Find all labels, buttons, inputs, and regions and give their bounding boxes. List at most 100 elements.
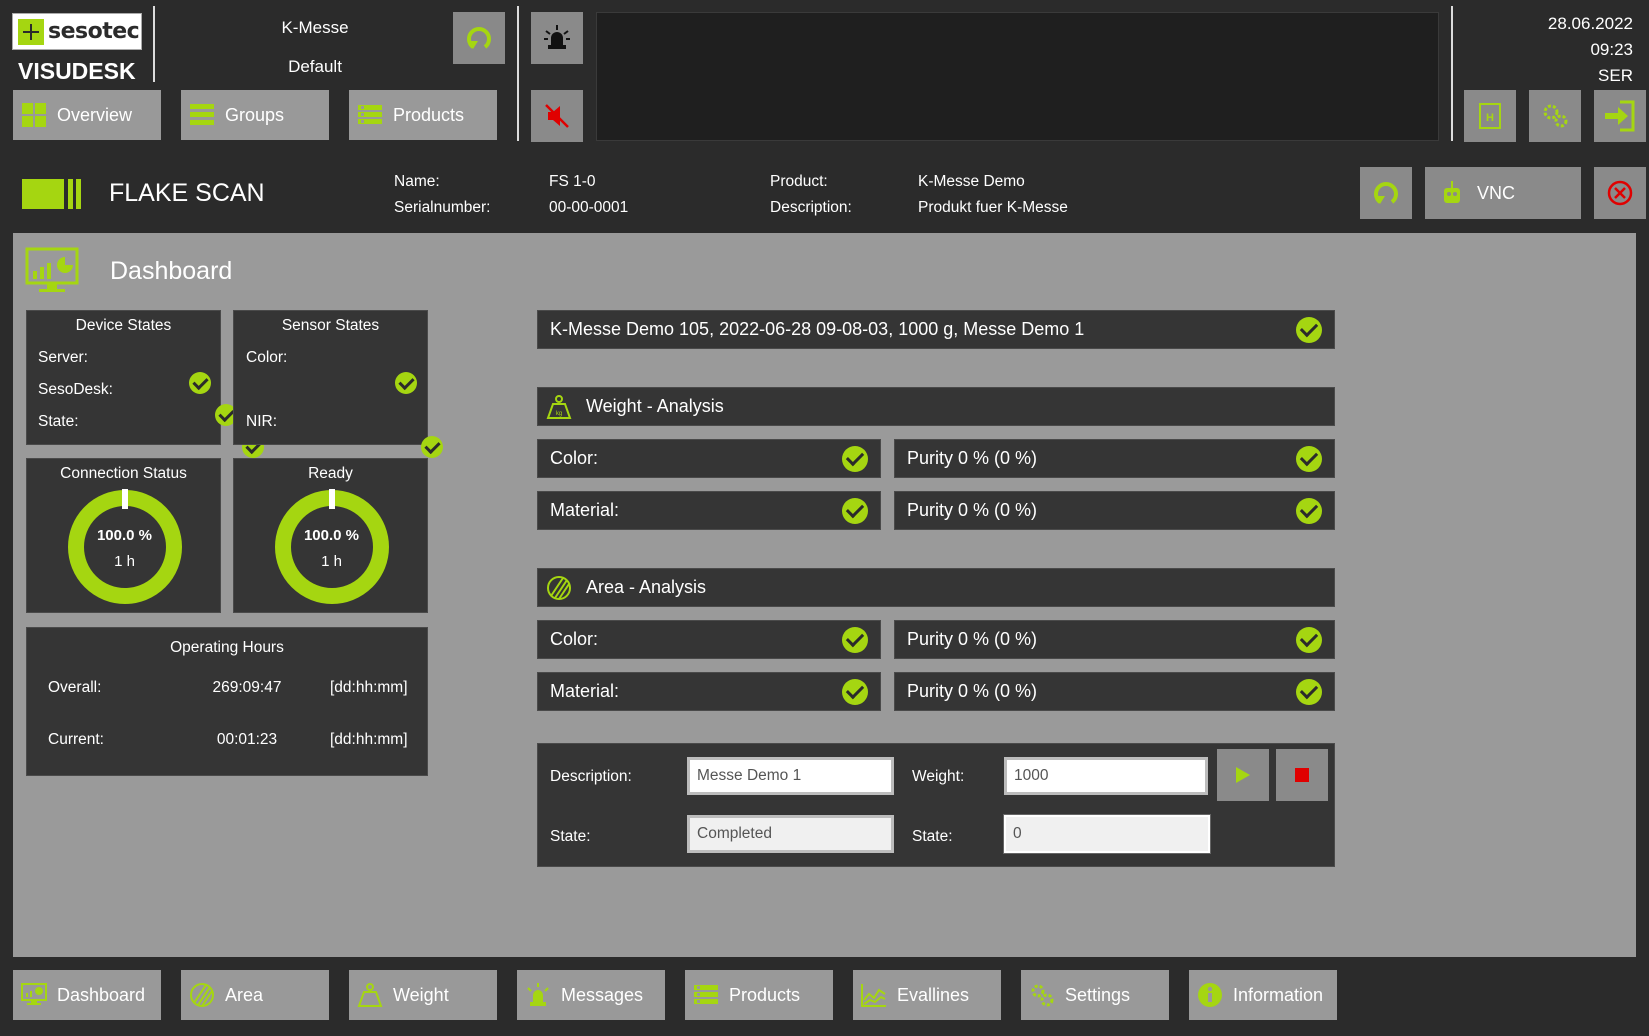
weight-analysis-title: Weight - Analysis (586, 396, 724, 416)
app-name: VISUDESK (18, 58, 136, 84)
manual-document-icon: H (1479, 103, 1501, 129)
bottom-nav-weight[interactable]: Weight (349, 970, 497, 1020)
stop-measurement-button[interactable] (1276, 749, 1328, 801)
description-value: Produkt fuer K-Messe (918, 199, 1068, 216)
evallines-icon (861, 984, 886, 1007)
device-name-label: Name: (394, 173, 440, 190)
dashboard-icon (21, 983, 47, 1005)
mute-button[interactable] (531, 90, 583, 142)
vnc-button[interactable]: VNC (1425, 167, 1581, 219)
bottom-nav-weight-label: Weight (393, 984, 449, 1005)
product-label: Product: (770, 173, 828, 190)
color-sensor-ok-icon (395, 372, 417, 394)
refresh-icon (1374, 182, 1398, 204)
bottom-nav-evallines-label: Evallines (897, 984, 970, 1005)
server-state-label: Server: (38, 349, 88, 366)
measurement-description-input[interactable]: Messe Demo 1 (687, 757, 894, 795)
ready-title: Ready (308, 465, 353, 482)
nav-products-button[interactable]: Products (349, 90, 497, 140)
current-unit: [dd:hh:mm] (330, 731, 408, 748)
bottom-nav-evallines[interactable]: Evallines (853, 970, 1001, 1020)
connection-percent: 100.0 % (96, 527, 153, 544)
weight-color-label: Color: (550, 448, 599, 468)
info-icon (1198, 983, 1222, 1007)
measurement-weight-input[interactable]: 1000 (1004, 757, 1208, 795)
area-color-purity-row: Purity 0 % (0 %) (894, 620, 1335, 659)
serial-label: Serialnumber: (394, 199, 491, 216)
message-panel (596, 12, 1439, 141)
current-label: Current: (48, 731, 104, 748)
product-value: K-Messe Demo (918, 173, 1025, 190)
gears-icon (1543, 104, 1568, 128)
system-settings-button[interactable] (1529, 90, 1581, 142)
connection-status-panel: Connection Status 100.0 % 1 h (26, 458, 221, 613)
nir-sensor-label: NIR: (246, 413, 277, 430)
weight-icon: kg (546, 394, 572, 419)
logout-button[interactable] (1594, 90, 1646, 142)
stop-icon (1295, 768, 1309, 782)
alarm-icon (527, 983, 549, 1006)
nav-overview-button[interactable]: Overview (13, 90, 161, 140)
measurement-state2-field: 0 (1003, 814, 1211, 854)
measurement-weight-label: Weight: (912, 768, 965, 785)
user-text: SER (1598, 66, 1633, 85)
bottom-nav-area-label: Area (225, 984, 264, 1005)
area-material-purity-ok-icon (1296, 678, 1322, 705)
area-analysis-title: Area - Analysis (586, 577, 707, 597)
weight-color-purity-row: Purity 0 % (0 %) (894, 439, 1335, 478)
products-icon (694, 985, 718, 1004)
weight-material-purity-row: Purity 0 % (0 %) (894, 491, 1335, 530)
overview-icon (22, 103, 46, 127)
operating-hours-panel: Operating Hours Overall: 269:09:47 [dd:h… (26, 627, 428, 776)
play-icon (1236, 767, 1250, 783)
header-divider (517, 6, 519, 141)
weight-icon (357, 983, 383, 1007)
area-material-purity: Purity 0 % (0 %) (907, 681, 1038, 701)
device-name-value: FS 1-0 (549, 173, 596, 190)
ready-percent: 100.0 % (303, 527, 360, 544)
flake-scan-device-icon (22, 177, 82, 216)
bottom-nav-settings[interactable]: Settings (1021, 970, 1169, 1020)
weight-material-row: Material: (537, 491, 881, 530)
bottom-nav-information[interactable]: Information (1189, 970, 1337, 1020)
current-value: 00:01:23 (216, 731, 278, 748)
alarm-button[interactable] (531, 12, 583, 64)
bottom-nav-products[interactable]: Products (685, 970, 833, 1020)
bottom-nav-dashboard-label: Dashboard (57, 984, 146, 1005)
start-measurement-button[interactable] (1217, 749, 1269, 801)
sesodesk-state-label: SesoDesk: (38, 381, 113, 398)
close-icon (1607, 180, 1633, 206)
measurement-state-field: Completed (687, 815, 894, 853)
bottom-nav-dashboard[interactable]: Dashboard (13, 970, 161, 1020)
weight-material-purity: Purity 0 % (0 %) (907, 500, 1038, 520)
vnc-label: VNC (1477, 182, 1516, 203)
datetime-display: 28.06.2022 09:23 SER (1548, 11, 1633, 89)
serial-value: 00-00-0001 (549, 199, 629, 216)
products-icon (358, 105, 382, 124)
nav-groups-label: Groups (225, 104, 285, 125)
refresh-device-button[interactable] (1360, 167, 1412, 219)
nav-groups-button[interactable]: Groups (181, 90, 329, 140)
nav-overview-label: Overview (57, 104, 133, 125)
line-name: K-Messe (281, 18, 349, 37)
area-icon (547, 575, 571, 600)
speaker-muted-icon (545, 104, 569, 128)
area-color-ok-icon (842, 626, 868, 653)
sesotec-logo: sesotec (12, 13, 142, 50)
device-states-title: Device States (75, 317, 172, 334)
groups-icon (190, 104, 214, 125)
color-sensor-label: Color: (246, 349, 288, 366)
close-device-button[interactable] (1594, 167, 1646, 219)
area-color-row: Color: (537, 620, 881, 659)
refresh-line-button[interactable] (453, 12, 505, 64)
batch-info-bar: K-Messe Demo 105, 2022-06-28 09-08-03, 1… (537, 310, 1335, 349)
bottom-nav-messages[interactable]: Messages (517, 970, 665, 1020)
bottom-nav-settings-label: Settings (1065, 984, 1131, 1005)
bottom-nav-area[interactable]: Area (181, 970, 329, 1020)
weight-material-ok-icon (842, 497, 868, 524)
svg-text:kg: kg (556, 411, 562, 417)
alarm-light-icon (544, 25, 570, 49)
manual-button[interactable]: H (1464, 90, 1516, 142)
area-material-purity-row: Purity 0 % (0 %) (894, 672, 1335, 711)
weight-color-purity-ok-icon (1296, 445, 1322, 472)
